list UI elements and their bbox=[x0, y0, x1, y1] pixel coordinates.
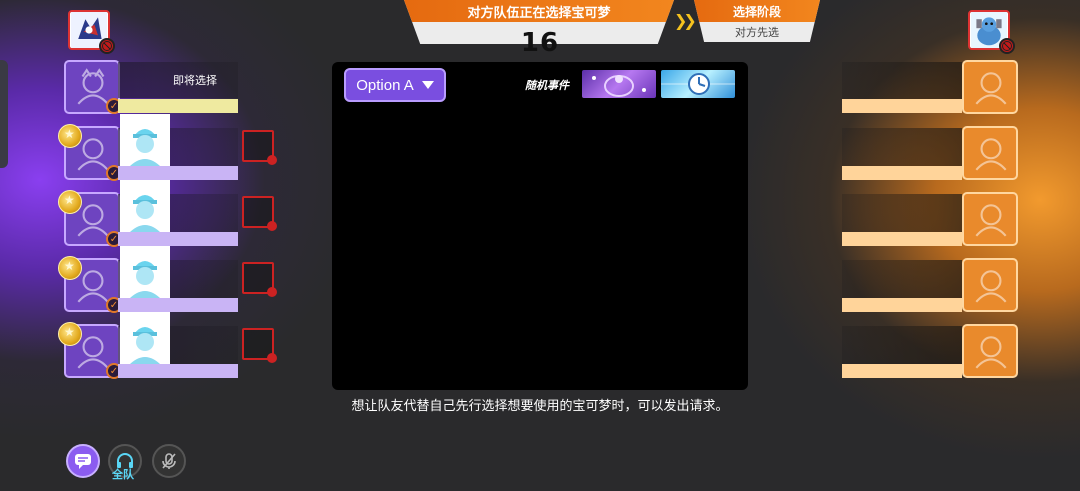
event-card-clock[interactable] bbox=[661, 70, 735, 98]
player-avatar[interactable] bbox=[120, 312, 170, 366]
medal-icon bbox=[58, 190, 82, 214]
pokemon-placeholder-icon bbox=[975, 72, 1007, 105]
double-chevron-icon: ❯❯ bbox=[674, 11, 697, 30]
random-event-label: 随机事件 bbox=[525, 79, 569, 92]
medal-icon bbox=[58, 322, 82, 346]
option-dropdown[interactable]: Option A bbox=[344, 68, 446, 102]
ban-icon bbox=[267, 221, 277, 231]
player-name-bar bbox=[118, 364, 238, 378]
right-pokemon-slot-2 bbox=[962, 126, 1018, 180]
player-avatar[interactable] bbox=[120, 246, 170, 300]
pokemon-placeholder-icon bbox=[975, 204, 1007, 237]
player-name-bar bbox=[118, 298, 238, 312]
player-avatar[interactable] bbox=[120, 114, 170, 168]
side-drawer-handle[interactable] bbox=[0, 60, 8, 168]
opponent-row-bg bbox=[842, 62, 962, 102]
event-card-purple[interactable] bbox=[582, 70, 656, 98]
opponent-name-bar bbox=[842, 166, 962, 180]
medal-icon bbox=[58, 124, 82, 148]
opponent-row-bg bbox=[842, 194, 962, 234]
pokemon-placeholder-icon bbox=[975, 138, 1007, 171]
ready-label: 即将选择 bbox=[173, 74, 217, 87]
status-text: 对方队伍正在选择宝可梦 bbox=[404, 0, 674, 22]
pokemon-selection-panel bbox=[332, 62, 748, 390]
pick-request-box[interactable] bbox=[242, 262, 277, 297]
pokemon-placeholder-icon bbox=[975, 336, 1007, 369]
ban-icon bbox=[267, 353, 277, 363]
phase-title: 选择阶段 bbox=[694, 0, 820, 22]
opponent-name-bar bbox=[842, 364, 962, 378]
right-pokemon-slot-4 bbox=[962, 258, 1018, 312]
opponent-name-bar bbox=[842, 298, 962, 312]
player-name-bar bbox=[118, 99, 238, 113]
pokemon-placeholder-icon bbox=[975, 270, 1007, 303]
ban-icon bbox=[99, 38, 115, 54]
triangle-down-icon bbox=[421, 81, 434, 89]
medal-icon bbox=[58, 256, 82, 280]
opponent-name-bar bbox=[842, 99, 962, 113]
right-pokemon-slot-1 bbox=[962, 60, 1018, 114]
ban-icon bbox=[267, 287, 277, 297]
pick-request-box[interactable] bbox=[242, 196, 277, 231]
mic-muted-icon bbox=[162, 453, 176, 469]
chat-button[interactable] bbox=[66, 444, 100, 478]
opponent-row-bg bbox=[842, 128, 962, 168]
pick-request-box[interactable] bbox=[242, 328, 277, 363]
right-pokemon-slot-5 bbox=[962, 324, 1018, 378]
player-avatar[interactable] bbox=[120, 180, 170, 234]
opponent-row-bg bbox=[842, 260, 962, 300]
option-dropdown-label: Option A bbox=[356, 76, 414, 94]
opponent-name-bar bbox=[842, 232, 962, 246]
mute-mic-button[interactable] bbox=[152, 444, 186, 478]
countdown-timer: 16 bbox=[520, 28, 560, 58]
hint-text: 想让队友代替自己先行选择想要使用的宝可梦时，可以发出请求。 bbox=[351, 399, 729, 414]
opponent-row-bg bbox=[842, 326, 962, 366]
right-pokemon-slot-3 bbox=[962, 192, 1018, 246]
player-name-bar bbox=[118, 166, 238, 180]
ban-icon bbox=[267, 155, 277, 165]
chat-bubble-icon bbox=[75, 454, 91, 469]
phase-banner: 选择阶段 对方先选 bbox=[694, 0, 820, 42]
pick-request-box[interactable] bbox=[242, 130, 277, 165]
team-voice-label: 全队 bbox=[112, 468, 134, 481]
ban-icon bbox=[999, 38, 1015, 54]
phase-subtitle: 对方先选 bbox=[735, 26, 779, 39]
player-name-bar bbox=[118, 232, 238, 246]
